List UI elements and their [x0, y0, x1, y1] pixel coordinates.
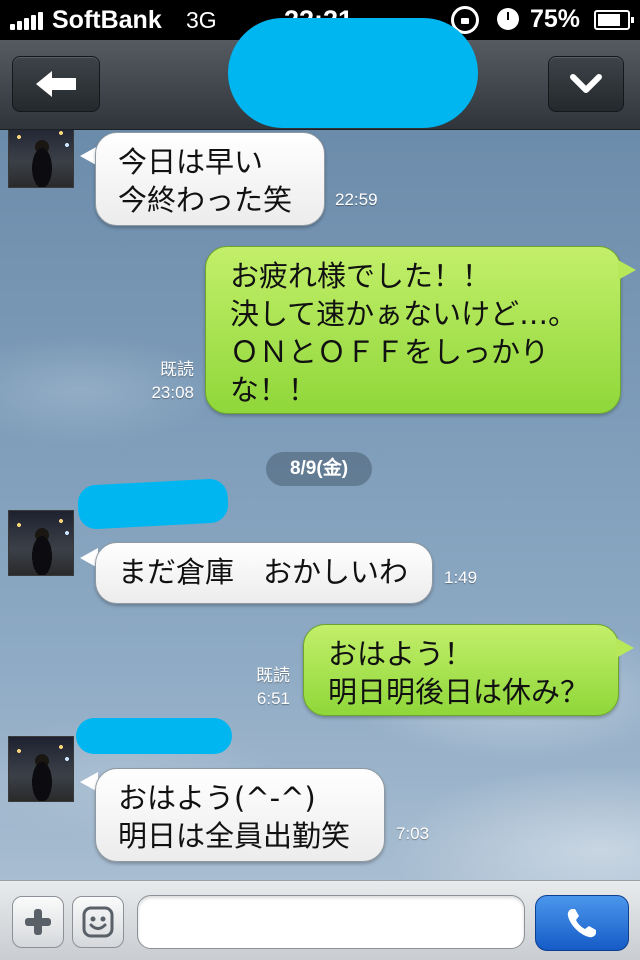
read-label: 既読 — [256, 666, 290, 685]
message-text: 決して速かぁないけど…。 — [230, 297, 578, 331]
message-input-bar — [0, 880, 640, 960]
message-text: おはよう(^-^) — [118, 781, 316, 815]
back-button[interactable] — [12, 56, 100, 112]
battery-icon — [594, 10, 634, 30]
read-receipt: 既読 23:08 — [130, 358, 194, 404]
read-label: 既読 — [160, 360, 194, 379]
carrier-name: SoftBank — [52, 6, 162, 34]
message-bubble-incoming[interactable]: 今日は早い 今終わった笑 — [95, 132, 325, 226]
read-receipt: 既読 6:51 — [226, 664, 290, 710]
bubble-tail — [616, 638, 634, 658]
chevron-down-icon — [570, 74, 602, 93]
message-bubble-incoming[interactable]: おはよう(^-^) 明日は全員出勤笑 — [95, 768, 385, 862]
chat-area[interactable]: 今日は早い 今終わった笑 22:59 既読 23:08 お疲れ様でした！！ 決し… — [0, 130, 640, 880]
message-time: 22:59 — [335, 190, 378, 209]
bubble-tail — [618, 260, 636, 280]
plus-icon — [25, 909, 51, 935]
chat-title-redacted — [228, 18, 478, 128]
message-time: 23:08 — [151, 383, 194, 402]
message-text: 明日明後日は休み？ — [328, 675, 590, 709]
message-time: 7:03 — [396, 824, 430, 843]
date-separator: 8/9(金) — [266, 452, 372, 486]
message-text: お疲れ様でした！！ — [230, 259, 492, 293]
message-text: おはよう！ — [328, 637, 474, 671]
sender-name-redacted — [76, 478, 230, 530]
message-bubble-outgoing[interactable]: お疲れ様でした！！ 決して速かぁないけど…。 ＯＮとＯＦＦをしっかり な！！ — [205, 246, 621, 414]
message-text: な！！ — [230, 373, 318, 407]
emoji-button[interactable] — [72, 896, 124, 948]
message-bubble-incoming[interactable]: まだ倉庫 おかしいわ — [95, 542, 433, 604]
message-input[interactable] — [137, 895, 525, 949]
avatar[interactable] — [8, 510, 74, 576]
message-text: まだ倉庫 おかしいわ — [118, 555, 409, 589]
phone-icon — [567, 909, 596, 938]
avatar[interactable] — [8, 736, 74, 802]
menu-dropdown-button[interactable] — [548, 56, 624, 112]
call-button[interactable] — [535, 895, 629, 951]
battery-percent: 75% — [530, 5, 581, 33]
message-time: 1:49 — [444, 568, 478, 587]
message-time: 6:51 — [256, 689, 290, 708]
message-text: 明日は全員出勤笑 — [118, 819, 351, 853]
message-bubble-outgoing[interactable]: おはよう！ 明日明後日は休み？ — [303, 624, 619, 716]
arrow-left-icon — [36, 71, 76, 97]
signal-bars-icon — [10, 12, 46, 30]
alarm-clock-icon — [497, 8, 519, 30]
sender-name-redacted — [76, 718, 232, 754]
add-attachment-button[interactable] — [12, 896, 64, 948]
message-text: 今日は早い — [118, 145, 264, 179]
network-type: 3G — [186, 7, 217, 33]
message-text: ＯＮとＯＦＦをしっかり — [230, 335, 550, 369]
smiley-face-icon — [82, 906, 114, 938]
avatar[interactable] — [8, 130, 74, 188]
message-text: 今終わった笑 — [118, 183, 293, 217]
